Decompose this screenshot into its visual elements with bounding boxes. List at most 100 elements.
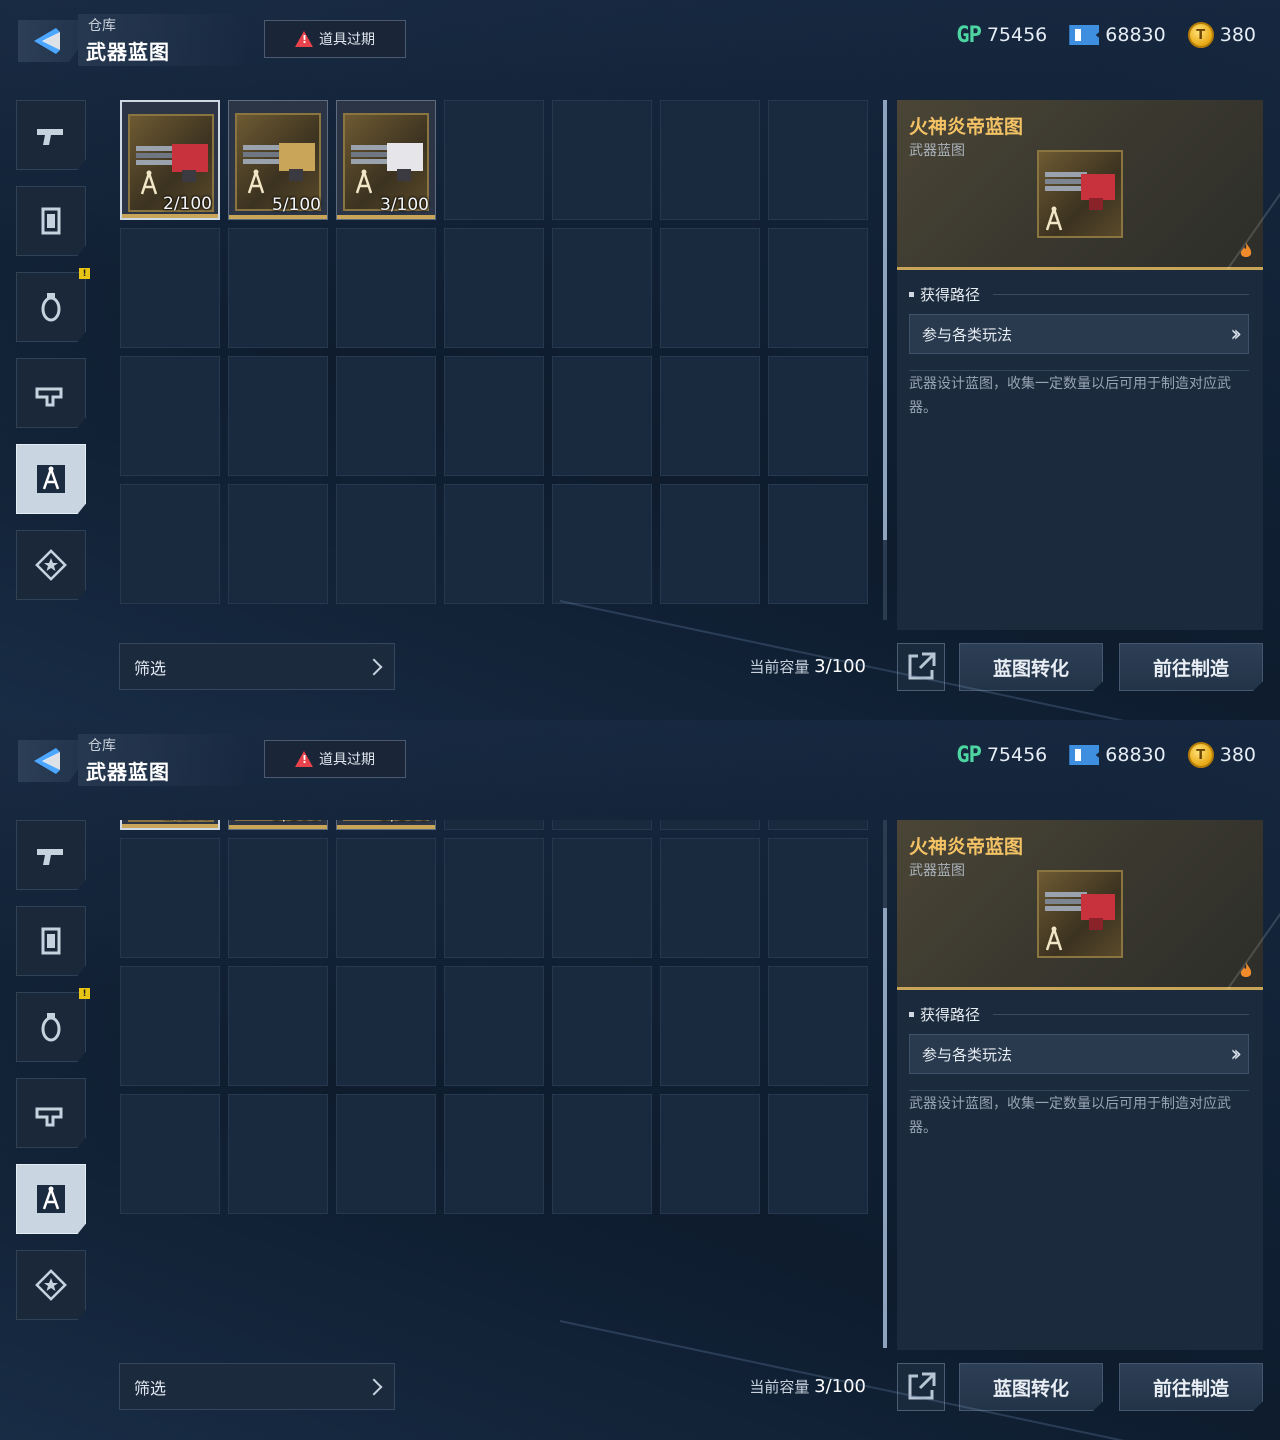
blueprint-compass-icon <box>140 170 158 195</box>
category-weapon[interactable] <box>16 820 86 890</box>
warning-icon <box>295 31 313 47</box>
inventory-slot-empty[interactable] <box>552 838 652 958</box>
capacity-indicator: 当前容量 3/100 <box>700 656 866 677</box>
inventory-slot-empty[interactable] <box>768 838 868 958</box>
inventory-slot-empty[interactable] <box>660 1094 760 1214</box>
inventory-slot-empty[interactable] <box>228 356 328 476</box>
inventory-slot-empty[interactable] <box>444 820 544 830</box>
inventory-slot-filled[interactable]: 3/100 <box>336 100 436 220</box>
inventory-slot-empty[interactable] <box>552 228 652 348</box>
inventory-slot-empty[interactable] <box>768 484 868 604</box>
inventory-slot-filled[interactable]: 3/100 <box>336 820 436 830</box>
blueprint-convert-button[interactable]: 蓝图转化 <box>959 1363 1103 1411</box>
inventory-slot-empty[interactable] <box>228 484 328 604</box>
item-count: 5/100 <box>272 820 321 825</box>
inventory-slot-empty[interactable] <box>444 356 544 476</box>
inventory-slot-empty[interactable] <box>444 1094 544 1214</box>
scrollbar-thumb[interactable] <box>883 100 887 540</box>
source-route-button[interactable]: 参与各类玩法 ›› <box>909 314 1249 354</box>
inventory-slot-empty[interactable] <box>120 356 220 476</box>
inventory-slot-empty[interactable] <box>336 228 436 348</box>
back-button[interactable] <box>18 740 78 782</box>
gp-icon: GP <box>956 742 981 768</box>
filter-button[interactable]: 筛选 <box>119 643 395 690</box>
inventory-slot-empty[interactable] <box>768 966 868 1086</box>
category-collection[interactable] <box>16 530 86 600</box>
go-craft-button[interactable]: 前往制造 <box>1119 643 1263 691</box>
inventory-slot-empty[interactable] <box>444 966 544 1086</box>
inventory-slot-empty[interactable] <box>120 838 220 958</box>
inventory-slot-empty[interactable] <box>120 966 220 1086</box>
rarity-bar <box>337 215 435 219</box>
fire-icon <box>1240 962 1252 977</box>
inventory-slot-empty[interactable] <box>552 1094 652 1214</box>
inventory-slot-empty[interactable] <box>552 100 652 220</box>
blueprint-compass-icon <box>37 465 65 493</box>
share-button[interactable] <box>897 1363 945 1411</box>
inventory-slot-filled[interactable]: 5/100 <box>228 820 328 830</box>
blueprint-convert-button[interactable]: 蓝图转化 <box>959 643 1103 691</box>
inventory-slot-empty[interactable] <box>336 1094 436 1214</box>
inventory-slot-empty[interactable] <box>120 1094 220 1214</box>
currency-ticket-value: 68830 <box>1105 24 1166 46</box>
category-blueprint[interactable] <box>16 1164 86 1234</box>
category-collection[interactable] <box>16 1250 86 1320</box>
inventory-slot-filled[interactable]: 5/100 <box>228 100 328 220</box>
inventory-slot-empty[interactable] <box>660 966 760 1086</box>
inventory-slot-empty[interactable] <box>228 966 328 1086</box>
inventory-slot-empty[interactable] <box>444 228 544 348</box>
inventory-slot-empty[interactable] <box>768 100 868 220</box>
inventory-slot-empty[interactable] <box>768 228 868 348</box>
go-craft-button[interactable]: 前往制造 <box>1119 1363 1263 1411</box>
currency-gp-value: 75456 <box>986 744 1048 766</box>
inventory-slot-empty[interactable] <box>552 820 652 830</box>
inventory-slot-empty[interactable] <box>660 838 760 958</box>
inventory-slot-empty[interactable] <box>768 1094 868 1214</box>
currency-coin-value: 380 <box>1219 24 1256 46</box>
inventory-slot-empty[interactable] <box>552 966 652 1086</box>
inventory-slot-empty[interactable] <box>336 966 436 1086</box>
inventory-slot-empty[interactable] <box>768 356 868 476</box>
currency-bar: GP 75456 68830 T 380 <box>956 742 1256 768</box>
inventory-slot-empty[interactable] <box>120 228 220 348</box>
source-route-button[interactable]: 参与各类玩法 ›› <box>909 1034 1249 1074</box>
inventory-slot-empty[interactable] <box>444 838 544 958</box>
inventory-slot-empty[interactable] <box>444 100 544 220</box>
inventory-slot-empty[interactable] <box>768 820 868 830</box>
gold-coin-icon: T <box>1187 742 1214 768</box>
inventory-slot-empty[interactable] <box>336 838 436 958</box>
inventory-slot-empty[interactable] <box>552 484 652 604</box>
inventory-slot-empty[interactable] <box>660 484 760 604</box>
category-consumable[interactable] <box>16 992 86 1062</box>
inventory-slot-filled[interactable]: 2/100 <box>120 100 220 220</box>
inventory-slot-empty[interactable] <box>444 484 544 604</box>
inventory-slot-empty[interactable] <box>228 1094 328 1214</box>
category-armor[interactable] <box>16 906 86 976</box>
inventory-slot-empty[interactable] <box>660 356 760 476</box>
category-blueprint[interactable] <box>16 444 86 514</box>
inventory-slot-empty[interactable] <box>336 356 436 476</box>
filter-button[interactable]: 筛选 <box>119 1363 395 1410</box>
category-attachment[interactable] <box>16 358 86 428</box>
inventory-slot-empty[interactable] <box>660 100 760 220</box>
category-armor[interactable] <box>16 186 86 256</box>
inventory-slot-filled[interactable]: 2/100 <box>120 820 220 830</box>
star-badge-icon <box>35 1269 67 1301</box>
inventory-slot-empty[interactable] <box>120 484 220 604</box>
rarity-bar <box>122 824 218 828</box>
category-consumable[interactable] <box>16 272 86 342</box>
scrollbar-thumb[interactable] <box>883 908 887 1348</box>
share-button[interactable] <box>897 643 945 691</box>
expired-items-button[interactable]: 道具过期 <box>264 740 406 778</box>
inventory-slot-empty[interactable] <box>228 228 328 348</box>
capacity-label: 当前容量 <box>749 1378 810 1396</box>
inventory-slot-empty[interactable] <box>660 228 760 348</box>
inventory-slot-empty[interactable] <box>552 356 652 476</box>
inventory-slot-empty[interactable] <box>228 838 328 958</box>
category-attachment[interactable] <box>16 1078 86 1148</box>
back-button[interactable] <box>18 20 78 62</box>
category-weapon[interactable] <box>16 100 86 170</box>
inventory-slot-empty[interactable] <box>336 484 436 604</box>
expired-items-button[interactable]: 道具过期 <box>264 20 406 58</box>
inventory-slot-empty[interactable] <box>660 820 760 830</box>
